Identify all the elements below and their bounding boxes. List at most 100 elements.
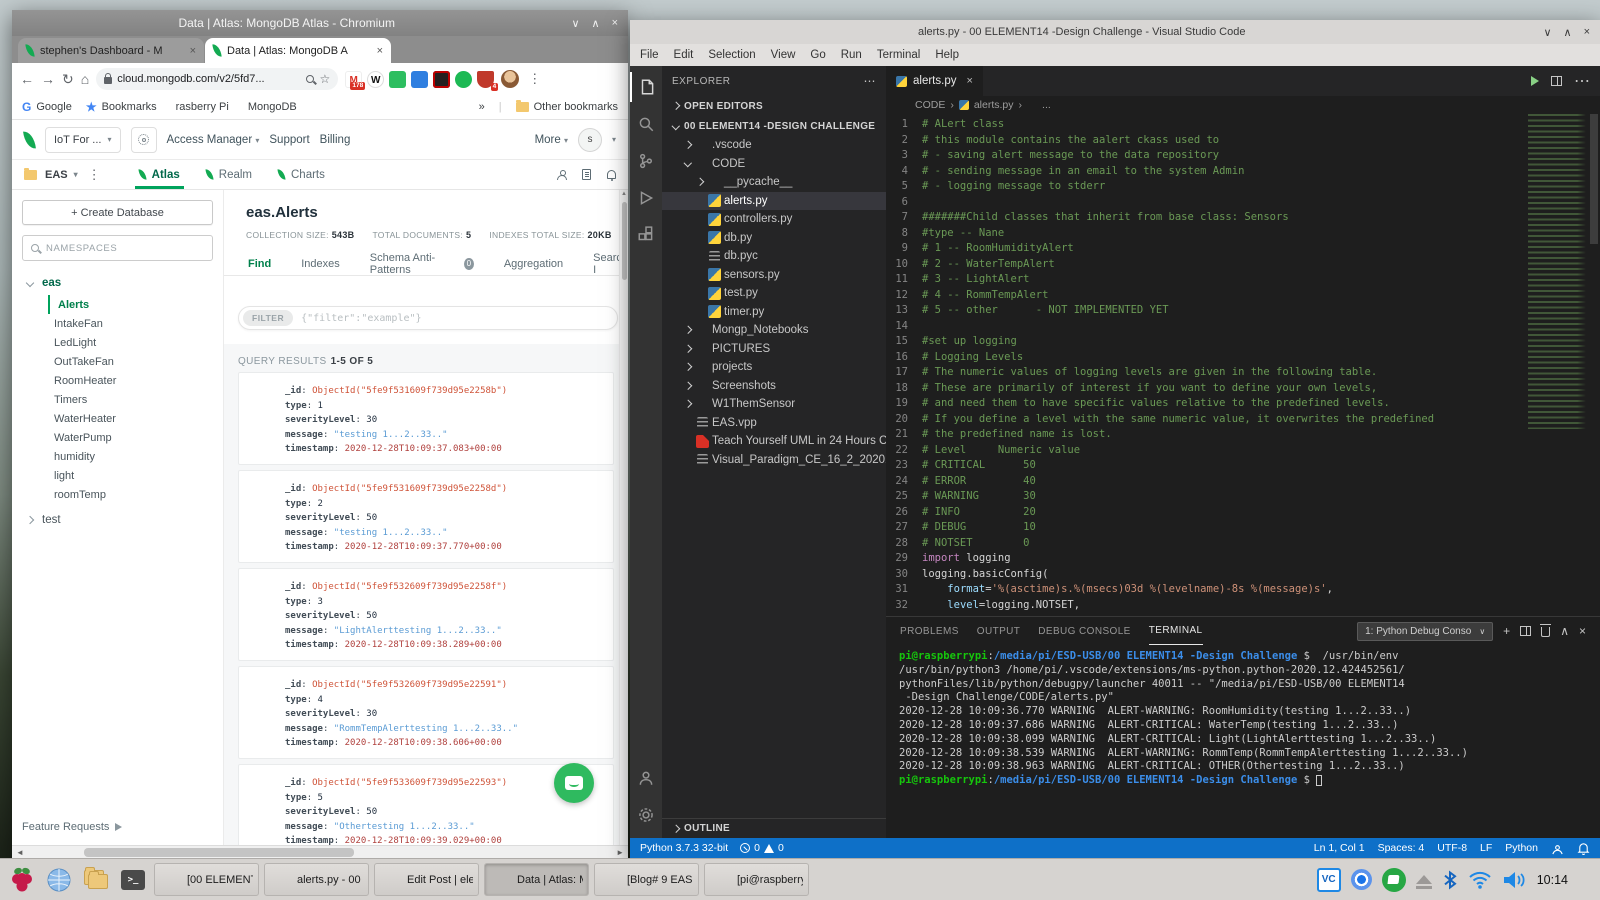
minimize-icon[interactable]: ∨ xyxy=(1543,26,1551,39)
editor-scrollbar[interactable] xyxy=(1588,114,1600,616)
feature-requests-link[interactable]: Feature Requests xyxy=(22,821,122,833)
collection-item[interactable]: Alerts xyxy=(48,295,89,314)
breadcrumb-item[interactable]: ... › xyxy=(1027,99,1051,111)
scrollbar-thumb[interactable] xyxy=(1590,114,1598,244)
notifications-bell-icon[interactable] xyxy=(607,170,616,179)
code-editor[interactable]: 1 # ALert class 2 # this module contains… xyxy=(886,114,1600,616)
panel-tab[interactable]: OUTPUT xyxy=(977,617,1021,645)
product-tab[interactable]: Charts xyxy=(278,160,325,189)
file-tree-item[interactable]: alerts.py xyxy=(662,192,886,211)
run-debug-icon[interactable] xyxy=(630,183,662,213)
zoom-icon[interactable] xyxy=(306,75,314,83)
problems-summary[interactable]: 0 0 xyxy=(740,842,784,854)
bookmark-item[interactable]: MongoDB xyxy=(243,100,297,114)
tab-close-icon[interactable]: × xyxy=(190,45,196,57)
indentation[interactable]: Spaces: 4 xyxy=(1378,842,1425,854)
url-text[interactable]: cloud.mongodb.com/v2/5fd7... xyxy=(117,73,301,85)
wikipedia-extension-icon[interactable]: W xyxy=(367,71,384,88)
file-tree-item[interactable]: test.py xyxy=(662,284,886,303)
menu-item[interactable]: Terminal xyxy=(877,49,920,61)
bookmarks-overflow-icon[interactable]: » xyxy=(479,101,485,113)
horizontal-scrollbar[interactable]: ◄ ► xyxy=(12,845,628,858)
minimap[interactable] xyxy=(1528,114,1586,429)
vscode-titlebar[interactable]: alerts.py - 00 ELEMENT14 -Design Challen… xyxy=(630,20,1600,44)
file-tree-item[interactable]: W1ThemSensor xyxy=(662,395,886,414)
encoding[interactable]: UTF-8 xyxy=(1437,842,1467,854)
file-tree-item[interactable]: __pycache__ xyxy=(662,173,886,192)
file-tree-item[interactable]: CODE xyxy=(662,155,886,174)
project-selector[interactable]: IoT For ... ▾ xyxy=(45,127,121,153)
file-tree-item[interactable]: projects xyxy=(662,358,886,377)
terminal-output[interactable]: pi@raspberrypi:/media/pi/ESD-USB/00 ELEM… xyxy=(886,645,1600,838)
access-manager-menu[interactable]: Access Manager ▾ xyxy=(167,134,260,146)
collection-item[interactable]: Timers xyxy=(22,390,213,409)
collection-tab[interactable]: Aggregation xyxy=(504,252,563,275)
activity-feed-icon[interactable] xyxy=(582,169,591,180)
panel-tab[interactable]: DEBUG CONSOLE xyxy=(1038,617,1130,645)
close-icon[interactable]: × xyxy=(612,17,618,30)
cursor-position[interactable]: Ln 1, Col 1 xyxy=(1314,842,1365,854)
collection-item[interactable]: LedLight xyxy=(22,333,213,352)
terminal-selector[interactable]: 1: Python Debug Conso ∨ xyxy=(1357,622,1493,641)
chevron-down-icon[interactable]: ▾ xyxy=(612,135,616,144)
menu-item[interactable]: Help xyxy=(935,49,959,61)
breadcrumb-item[interactable]: CODE › xyxy=(900,99,954,111)
collection-tab[interactable]: Schema Anti-Patterns 0 xyxy=(370,252,474,275)
new-terminal-icon[interactable]: + xyxy=(1503,624,1510,638)
collection-item[interactable]: IntakeFan xyxy=(22,314,213,333)
file-tree-item[interactable]: .vscode xyxy=(662,136,886,155)
create-database-button[interactable]: + Create Database xyxy=(22,200,213,225)
explorer-icon[interactable] xyxy=(630,72,662,102)
file-tree-item[interactable]: PICTURES xyxy=(662,340,886,359)
outline-section[interactable]: OUTLINE xyxy=(662,818,886,838)
chat-widget-button[interactable] xyxy=(554,763,594,803)
eol-type[interactable]: LF xyxy=(1480,842,1492,854)
taskbar-window-button[interactable]: [Blog# 9 EAS - Elec... xyxy=(594,863,699,896)
collection-item[interactable]: RoomHeater xyxy=(22,371,213,390)
chromium-tray-icon[interactable] xyxy=(1351,869,1372,890)
collection-item[interactable]: light xyxy=(22,466,213,485)
filter-input[interactable]: FILTER {"filter":"example"} xyxy=(238,306,618,330)
invite-user-icon[interactable] xyxy=(557,170,566,179)
split-editor-icon[interactable] xyxy=(1551,76,1562,86)
raspberry-menu-icon[interactable] xyxy=(6,864,38,896)
file-tree-item[interactable]: db.pyc xyxy=(662,247,886,266)
terminal-launcher-icon[interactable]: >_ xyxy=(117,864,149,896)
taskbar-window-button[interactable]: alerts.py - 00 ELEM... xyxy=(264,863,369,896)
collection-item[interactable]: OutTakeFan xyxy=(22,352,213,371)
python-version[interactable]: Python 3.7.3 32-bit xyxy=(640,842,728,854)
more-actions-icon[interactable]: ⋯ xyxy=(864,74,877,88)
bookmark-star-icon[interactable]: ☆ xyxy=(319,72,330,86)
file-tree-item[interactable]: controllers.py xyxy=(662,210,886,229)
notifications-bell-icon[interactable] xyxy=(1577,842,1590,855)
maximize-icon[interactable]: ∧ xyxy=(1564,26,1572,39)
close-panel-icon[interactable]: × xyxy=(1579,624,1586,638)
document-card[interactable]: _id: ObjectId("5fe9f531609f739d95e2258d"… xyxy=(238,470,614,563)
taskbar-window-button[interactable]: [00 ELEMENT14 -D... xyxy=(154,863,259,896)
panel-tab[interactable]: TERMINAL xyxy=(1149,617,1203,645)
reload-icon[interactable]: ↻ xyxy=(62,72,74,86)
menu-item[interactable]: Selection xyxy=(708,49,755,61)
home-icon[interactable]: ⌂ xyxy=(81,72,89,86)
org-menu-icon[interactable]: ⋮ xyxy=(86,167,103,183)
file-tree-item[interactable]: Screenshots xyxy=(662,377,886,396)
tab-close-icon[interactable]: × xyxy=(966,75,972,87)
collection-tab[interactable]: Find xyxy=(248,252,271,275)
maximize-panel-icon[interactable]: ∧ xyxy=(1560,624,1569,638)
dark-extension-icon[interactable] xyxy=(433,71,450,88)
open-editors-section[interactable]: OPEN EDITORS xyxy=(662,96,886,116)
product-tab[interactable]: Realm xyxy=(206,160,252,189)
file-tree-item[interactable]: db.py xyxy=(662,229,886,248)
source-control-icon[interactable] xyxy=(630,146,662,176)
green-extension-icon[interactable] xyxy=(455,71,472,88)
bookmark-item[interactable]: rasberry Pi xyxy=(171,100,229,114)
tab-close-icon[interactable]: × xyxy=(377,45,383,57)
back-icon[interactable]: ← xyxy=(20,72,34,86)
document-card[interactable]: _id: ObjectId("5fe9f531609f739d95e2258b"… xyxy=(238,372,614,465)
eject-icon[interactable] xyxy=(1416,875,1432,884)
panel-tab[interactable]: PROBLEMS xyxy=(900,617,959,645)
browser-tab[interactable]: stephen's Dashboard - M × xyxy=(18,38,204,63)
more-menu[interactable]: More ▾ xyxy=(535,134,568,146)
feedback-icon[interactable] xyxy=(1551,842,1564,855)
collection-tab[interactable]: Indexes xyxy=(301,252,340,275)
